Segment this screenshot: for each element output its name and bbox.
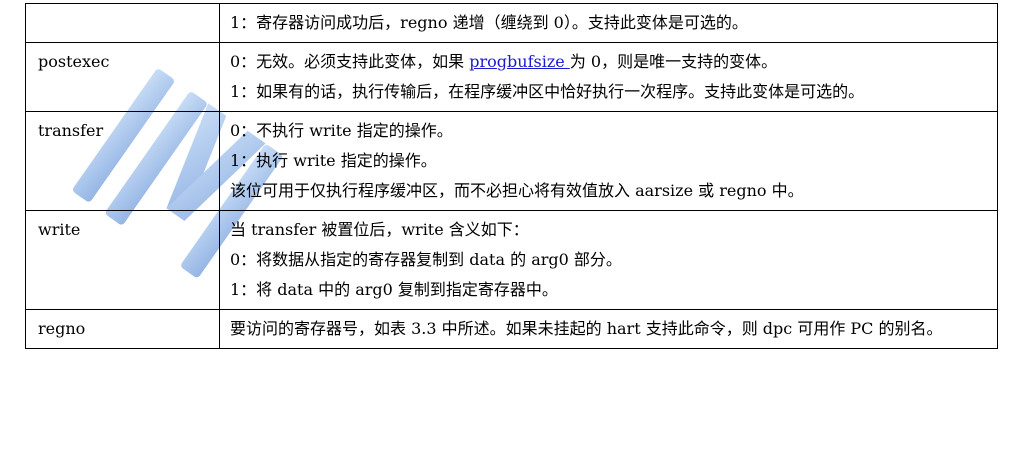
field-name: write bbox=[25, 210, 220, 310]
description-text: 0：无效。必须支持此变体，如果 bbox=[230, 52, 470, 71]
field-description: 0：无效。必须支持此变体，如果 progbufsize 为 0，则是唯一支持的变… bbox=[219, 42, 998, 112]
table-row: 1：寄存器访问成功后，regno 递增（缠绕到 0）。支持此变体是可选的。 bbox=[25, 3, 998, 43]
field-name bbox=[25, 3, 220, 43]
table-row: transfer 0：不执行 write 指定的操作。 1：执行 write 指… bbox=[25, 111, 998, 211]
table-row: write 当 transfer 被置位后，write 含义如下： 0：将数据从… bbox=[25, 210, 998, 310]
description-line: 0：不执行 write 指定的操作。 bbox=[230, 121, 453, 140]
field-description: 当 transfer 被置位后，write 含义如下： 0：将数据从指定的寄存器… bbox=[219, 210, 998, 310]
description-line: 该位可用于仅执行程序缓冲区，而不必担心将有效值放入 aarsize 或 regn… bbox=[230, 181, 804, 200]
field-description: 要访问的寄存器号，如表 3.3 中所述。如果未挂起的 hart 支持此命令，则 … bbox=[219, 309, 998, 349]
register-field-table: 1：寄存器访问成功后，regno 递增（缠绕到 0）。支持此变体是可选的。 po… bbox=[25, 3, 998, 349]
description-line: 1：将 data 中的 arg0 复制到指定寄存器中。 bbox=[230, 280, 558, 299]
description-line: 0：无效。必须支持此变体，如果 progbufsize 为 0，则是唯一支持的变… bbox=[230, 47, 991, 77]
description-line: 1：寄存器访问成功后，regno 递增（缠绕到 0）。支持此变体是可选的。 bbox=[230, 13, 748, 32]
progbufsize-link[interactable]: progbufsize bbox=[469, 52, 570, 71]
description-line: 1：如果有的话，执行传输后，在程序缓冲区中恰好执行一次程序。支持此变体是可选的。 bbox=[230, 82, 865, 101]
field-description: 0：不执行 write 指定的操作。 1：执行 write 指定的操作。 该位可… bbox=[219, 111, 998, 211]
field-description: 1：寄存器访问成功后，regno 递增（缠绕到 0）。支持此变体是可选的。 bbox=[219, 3, 998, 43]
table-row: regno 要访问的寄存器号，如表 3.3 中所述。如果未挂起的 hart 支持… bbox=[25, 309, 998, 349]
table-row: postexec 0：无效。必须支持此变体，如果 progbufsize 为 0… bbox=[25, 42, 998, 112]
field-name: regno bbox=[25, 309, 220, 349]
field-name: postexec bbox=[25, 42, 220, 112]
field-name: transfer bbox=[25, 111, 220, 211]
description-line: 1：执行 write 指定的操作。 bbox=[230, 151, 437, 170]
description-line: 0：将数据从指定的寄存器复制到 data 的 arg0 部分。 bbox=[230, 250, 622, 269]
description-line: 当 transfer 被置位后，write 含义如下： bbox=[230, 220, 529, 239]
description-text: 为 0，则是唯一支持的变体。 bbox=[569, 52, 778, 71]
description-line: 要访问的寄存器号，如表 3.3 中所述。如果未挂起的 hart 支持此命令，则 … bbox=[230, 319, 943, 338]
